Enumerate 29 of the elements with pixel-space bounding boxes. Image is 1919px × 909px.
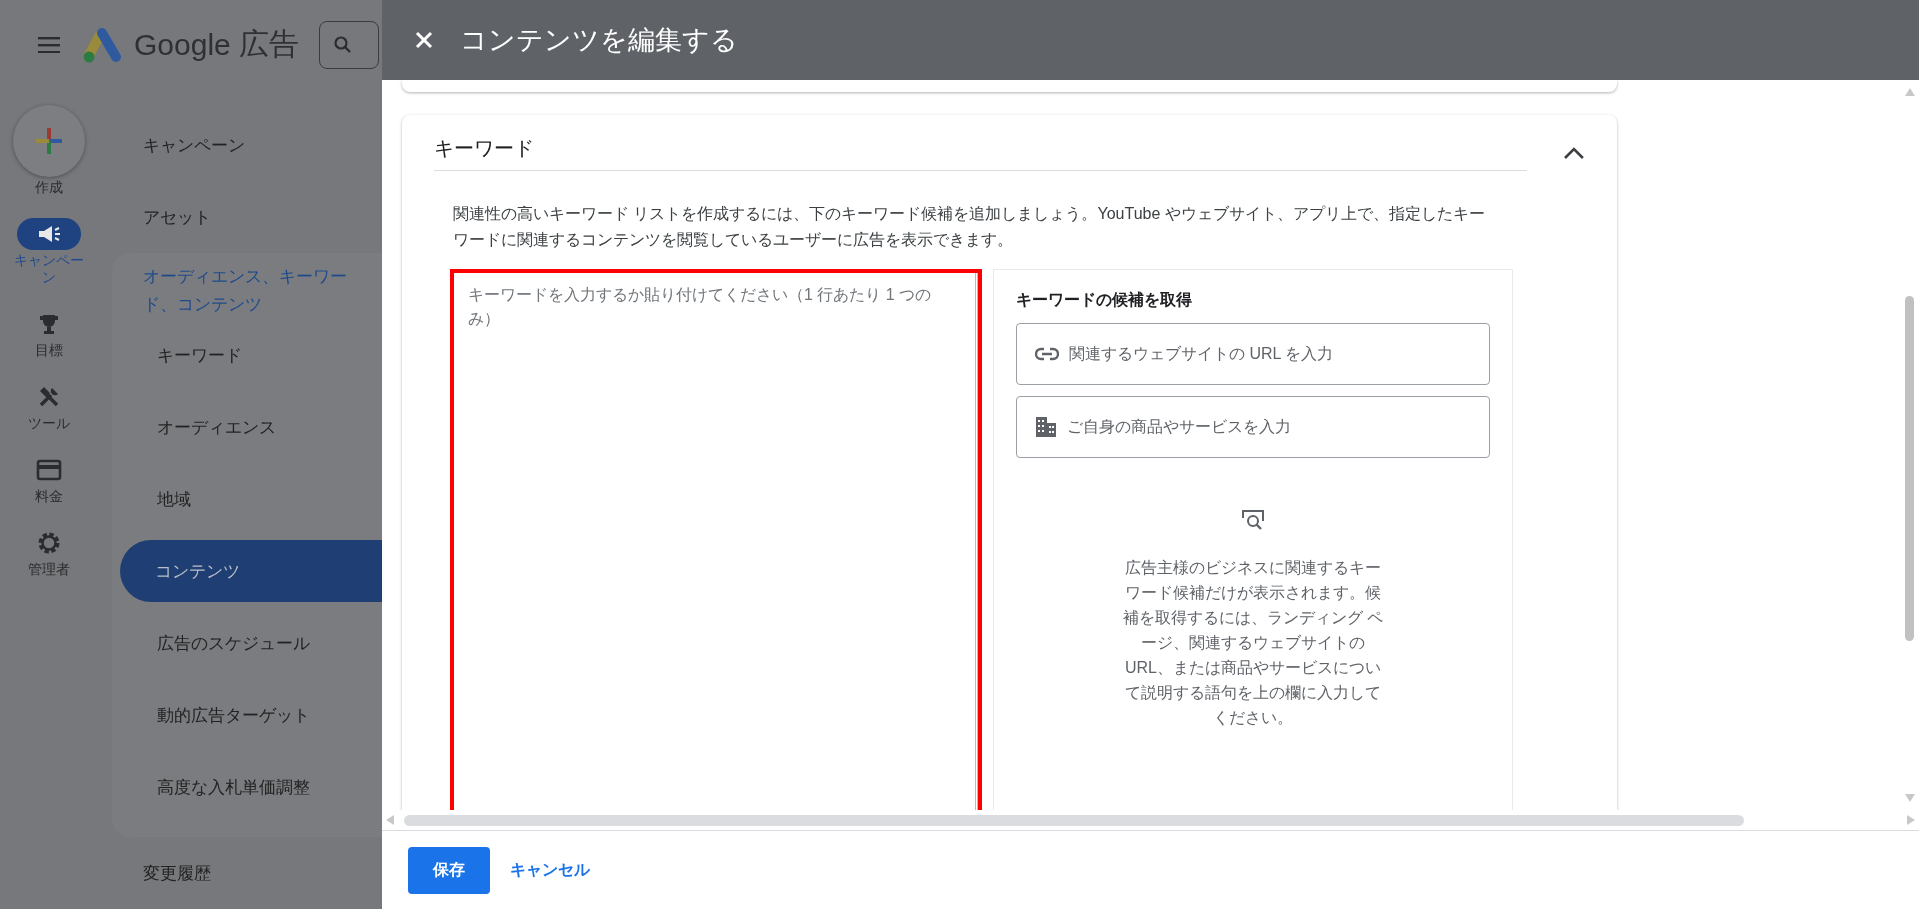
nav-item[interactable]: 変更履歴 bbox=[98, 837, 382, 909]
idea-input-button[interactable]: ご自身の商品やサービスを入力 bbox=[1016, 396, 1490, 458]
brand-suffix: 広告 bbox=[238, 26, 299, 62]
cancel-button[interactable]: キャンセル bbox=[506, 851, 594, 889]
nav-item[interactable]: 動的広告ターゲット bbox=[106, 679, 382, 751]
rail-label: 作成 bbox=[35, 179, 63, 196]
nav-item[interactable]: コンテンツ bbox=[120, 540, 382, 602]
section-description: 関連性の高いキーワード リストを作成するには、下のキーワード候補を追加しましょう。YouTube やウェブサイト、アプリ上で、指定したキーワードに関連するコンテンツを閲覧しているユーザーに広告を表示できます。 bbox=[453, 204, 1486, 250]
idea-input-button[interactable]: 関連するウェブサイトの URL を入力 bbox=[1016, 323, 1490, 385]
rail-label: 料金 bbox=[35, 488, 63, 505]
keyword-input-field[interactable]: キーワードを入力するか貼り付けてください（1 行あたり 1 つのみ） bbox=[450, 269, 982, 810]
rail-label: 管理者 bbox=[28, 561, 70, 578]
nav-item[interactable]: キャンペーン bbox=[98, 109, 382, 181]
brand-name: Google bbox=[134, 27, 231, 62]
rail-label: キャンペーン bbox=[14, 252, 84, 286]
nav-item[interactable]: 広告のスケジュール bbox=[106, 607, 382, 679]
ideas-title: キーワードの候補を取得 bbox=[1016, 290, 1192, 310]
ideas-message: 広告主様のビジネスに関連するキーワード候補だけが表示されます。候補を取得するには、ランディング ページ、関連するウェブサイトの URL、または商品やサービスについて説明する語句を上の欄に入力してください。 bbox=[1122, 558, 1384, 728]
section-title: キーワード bbox=[434, 135, 1528, 171]
nav-item[interactable]: キーワード bbox=[106, 319, 382, 391]
save-button[interactable]: 保存 bbox=[408, 846, 490, 894]
nav-group-header[interactable]: オーディエンス、キーワード、コンテンツ bbox=[112, 259, 382, 319]
rail-label: 目標 bbox=[35, 342, 63, 359]
nav-item[interactable]: 地域 bbox=[106, 463, 382, 535]
nav-item[interactable]: オーディエンス bbox=[106, 391, 382, 463]
panel-title: コンテンツを編集する bbox=[460, 24, 738, 57]
nav-item[interactable]: 高度な入札単価調整 bbox=[106, 751, 382, 823]
nav-item[interactable]: アセット bbox=[98, 181, 382, 253]
rail-label: ツール bbox=[28, 415, 70, 432]
